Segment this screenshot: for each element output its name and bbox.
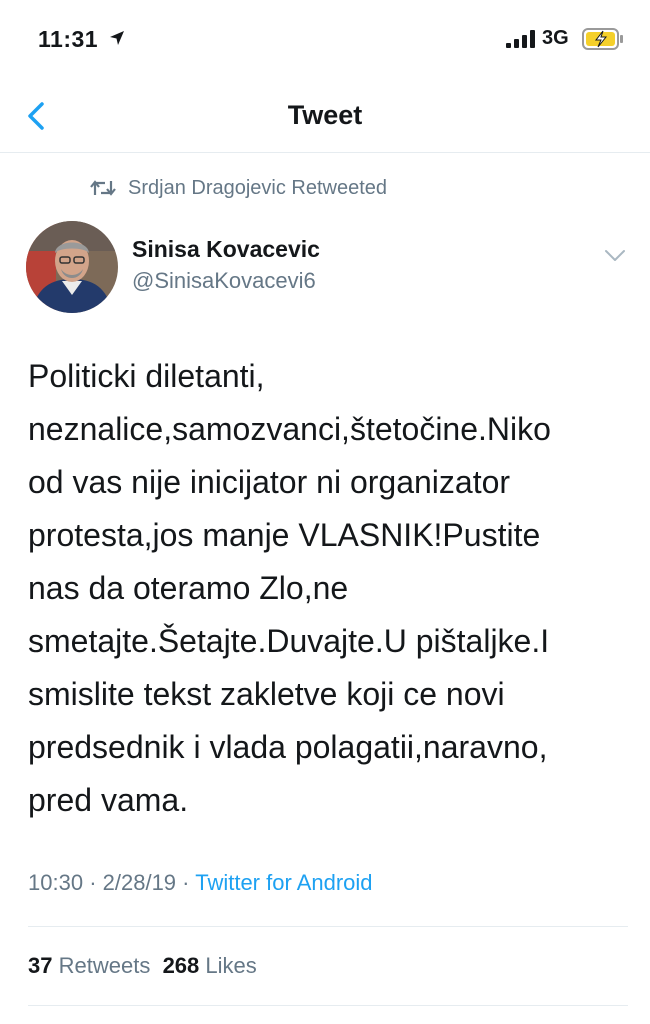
page-title: Tweet: [287, 100, 363, 130]
divider-bottom: [28, 1005, 628, 1006]
network-type: 3G: [542, 27, 569, 49]
tweet-meta: 10:30 · 2/28/19 · Twitter for Android: [28, 870, 373, 896]
tweet-menu-button[interactable]: [600, 242, 630, 268]
meta-separator-2: ·: [182, 870, 190, 895]
retweets-label: Retweets: [58, 953, 151, 978]
meta-separator: ·: [89, 870, 97, 895]
author-handle[interactable]: @SinisaKovacevi6: [132, 268, 316, 294]
retweet-icon: [90, 180, 116, 196]
tweet-date: 2/28/19: [102, 870, 177, 895]
tweet-stats: 37 Retweets 268 Likes: [28, 953, 257, 979]
retweets-stat[interactable]: 37 Retweets: [28, 953, 150, 978]
retweets-count: 37: [28, 953, 53, 978]
location-arrow-icon: [110, 31, 124, 45]
likes-label: Likes: [205, 953, 257, 978]
avatar-photo: [26, 221, 118, 313]
author-name[interactable]: Sinisa Kovacevic: [132, 236, 320, 263]
nav-bar: Tweet: [0, 80, 650, 153]
retweeted-by[interactable]: Srdjan Dragojevic Retweeted: [90, 174, 387, 202]
status-time: 11:31: [38, 26, 99, 52]
likes-stat[interactable]: 268 Likes: [163, 953, 257, 978]
tweet-source-link[interactable]: Twitter for Android: [195, 870, 372, 895]
signal-strength-icon: [506, 30, 535, 48]
likes-count: 268: [162, 953, 200, 978]
status-bar: 11:31 3G: [0, 0, 650, 80]
retweeted-by-label: Srdjan Dragojevic Retweeted: [128, 176, 388, 199]
avatar[interactable]: [26, 221, 118, 313]
divider: [28, 926, 628, 927]
battery-charging-icon: [582, 28, 623, 50]
tweet-time: 10:30: [28, 870, 84, 895]
chevron-down-icon: [605, 250, 625, 261]
tweet-text: Politicki diletanti, neznalice,samozvanc…: [28, 358, 551, 818]
